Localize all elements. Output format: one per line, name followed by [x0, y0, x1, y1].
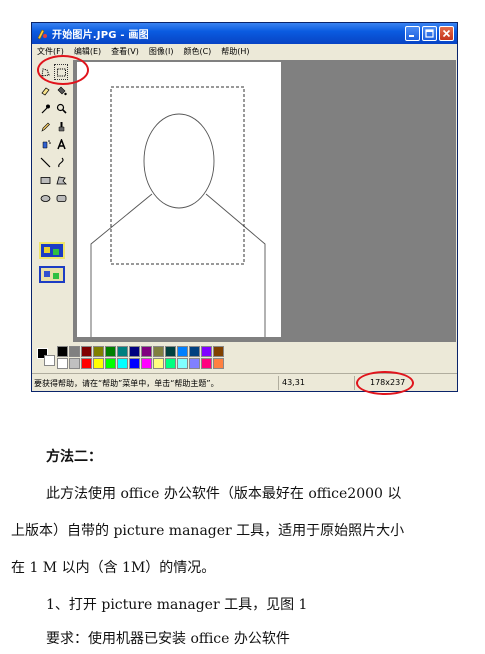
ellipse-icon [40, 194, 50, 202]
line-icon [40, 157, 50, 167]
paint-bucket-icon [57, 86, 67, 95]
curve-icon [57, 157, 63, 167]
status-cursor-position: 43,31 [282, 378, 305, 387]
rounded-rectangle-icon [56, 194, 66, 202]
color-swatch[interactable] [189, 346, 200, 357]
eraser-tool[interactable] [37, 81, 53, 99]
color-swatch[interactable] [141, 358, 152, 369]
menu-view[interactable]: 查看(V) [111, 46, 139, 57]
paragraph-line: 在 1 M 以内（含 1M）的情况。 [11, 560, 216, 576]
curve-tool[interactable] [53, 153, 69, 171]
color-swatch[interactable] [201, 358, 212, 369]
toolbox [34, 61, 70, 341]
requirement-line: 要求：使用机器已安装 office 办公软件 [46, 631, 290, 647]
color-swatch[interactable] [117, 346, 128, 357]
color-swatch[interactable] [213, 358, 224, 369]
color-swatch[interactable] [129, 346, 140, 357]
color-swatch[interactable] [57, 346, 68, 357]
color-swatch[interactable] [81, 346, 92, 357]
paragraph-line: 此方法使用 office 办公软件（版本最好在 office2000 以 [46, 486, 402, 502]
airbrush-icon [42, 139, 51, 148]
color-palette [32, 343, 457, 371]
color-swatch[interactable] [213, 346, 224, 357]
rectangle-icon [40, 176, 50, 184]
menu-image[interactable]: 图像(I) [149, 46, 174, 57]
minimize-icon [409, 35, 414, 37]
polygon-tool[interactable] [53, 171, 69, 189]
color-swatch[interactable] [189, 358, 200, 369]
portrait-outline-drawing [90, 86, 266, 337]
brush-tool[interactable] [53, 117, 69, 135]
brush-icon [58, 121, 64, 131]
annotation-circle-image-size [356, 371, 414, 395]
pick-color-tool[interactable] [37, 99, 53, 117]
color-swatch[interactable] [117, 358, 128, 369]
color-swatch[interactable] [129, 358, 140, 369]
color-swatch[interactable] [153, 358, 164, 369]
color-swatch[interactable] [105, 358, 116, 369]
selection-option-transparent[interactable] [39, 266, 65, 283]
close-icon [442, 29, 451, 38]
status-divider [354, 376, 355, 390]
section-heading: 方法二： [46, 449, 102, 465]
close-button[interactable] [439, 26, 454, 41]
color-swatch[interactable] [57, 358, 68, 369]
status-divider [278, 376, 279, 390]
color-swatch[interactable] [69, 358, 80, 369]
line-tool[interactable] [37, 153, 53, 171]
status-help-text: 要获得帮助，请在“帮助”菜单中，单击“帮助主题”。 [34, 379, 219, 388]
menu-colors[interactable]: 颜色(C) [183, 46, 211, 57]
selection-option-opaque[interactable] [39, 242, 65, 259]
color-swatch[interactable] [201, 346, 212, 357]
rectangle-tool[interactable] [37, 171, 53, 189]
color-swatch[interactable] [177, 358, 188, 369]
airbrush-tool[interactable] [37, 135, 53, 153]
magnifier-tool[interactable] [53, 99, 69, 117]
rounded-rectangle-tool[interactable] [53, 189, 69, 207]
eyedropper-icon [41, 104, 50, 113]
color-swatch[interactable] [93, 358, 104, 369]
menu-help[interactable]: 帮助(H) [221, 46, 249, 57]
text-tool[interactable] [53, 135, 69, 153]
selection-marquee [110, 86, 245, 265]
color-swatch[interactable] [141, 346, 152, 357]
current-colors[interactable] [35, 346, 57, 368]
polygon-icon [55, 176, 67, 184]
magnifier-icon [56, 103, 67, 114]
color-swatch[interactable] [69, 346, 80, 357]
minimize-button[interactable] [405, 26, 420, 41]
ellipse-tool[interactable] [37, 189, 53, 207]
paragraph-line: 上版本）自带的 picture manager 工具，适用于原始照片大小 [11, 523, 405, 539]
maximize-icon [425, 29, 434, 38]
color-swatch[interactable] [177, 346, 188, 357]
annotation-circle-select-tool [37, 55, 89, 85]
color-swatch[interactable] [153, 346, 164, 357]
color-swatch[interactable] [81, 358, 92, 369]
drawing-canvas[interactable] [77, 62, 281, 337]
step-line: 1、打开 picture manager 工具，见图 1 [46, 597, 308, 613]
swatch-grid [57, 346, 224, 369]
paint-window: 开始图片.JPG - 画图 文件(F) 编辑(E) 查看(V) 图像(I) 颜色… [31, 22, 458, 392]
eraser-icon [40, 87, 50, 95]
maximize-button[interactable] [422, 26, 437, 41]
canvas-area[interactable] [73, 60, 456, 342]
menu-bar: 文件(F) 编辑(E) 查看(V) 图像(I) 颜色(C) 帮助(H) [32, 44, 457, 59]
background-color[interactable] [44, 355, 55, 366]
color-swatch[interactable] [105, 346, 116, 357]
menu-edit[interactable]: 编辑(E) [74, 46, 101, 57]
color-swatch[interactable] [165, 346, 176, 357]
window-title: 开始图片.JPG - 画图 [52, 30, 149, 41]
pencil-icon [40, 122, 50, 132]
title-bar[interactable]: 开始图片.JPG - 画图 [32, 23, 457, 44]
color-swatch[interactable] [93, 346, 104, 357]
text-tool-icon [56, 138, 66, 149]
pencil-tool[interactable] [37, 117, 53, 135]
color-swatch[interactable] [165, 358, 176, 369]
paint-app-icon [37, 29, 47, 39]
